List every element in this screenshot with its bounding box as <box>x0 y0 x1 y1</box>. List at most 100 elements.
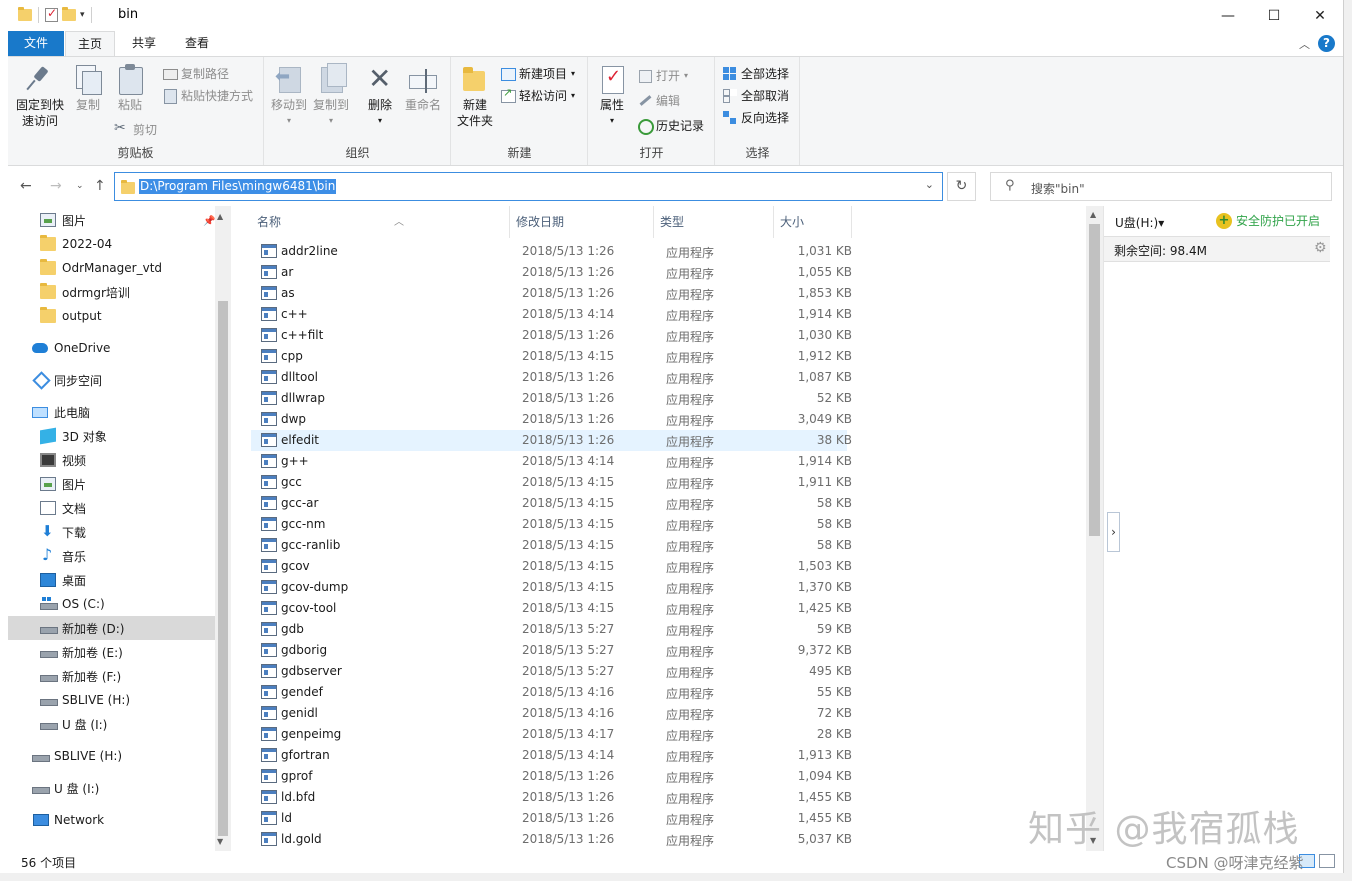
history-button[interactable]: 历史记录 <box>637 117 704 135</box>
tab-view[interactable]: 查看 <box>172 31 222 56</box>
back-arrow-icon[interactable]: ← <box>20 178 32 194</box>
collapse-ribbon-icon[interactable]: ︿ <box>1299 36 1310 52</box>
file-row[interactable]: c++filt 2018/5/13 1:26 应用程序 1,030 KB <box>251 325 852 346</box>
nav-tree-item[interactable]: 同步空间 <box>8 368 215 392</box>
open-button[interactable]: 打开 ▾ <box>637 67 688 84</box>
file-row[interactable]: gcc-ar 2018/5/13 4:15 应用程序 58 KB <box>251 493 852 514</box>
file-row[interactable]: gcov-tool 2018/5/13 4:15 应用程序 1,425 KB <box>251 598 852 619</box>
copy-to-button[interactable]: 复制到 ▾ <box>311 63 351 129</box>
nav-tree-item[interactable]: 3D 对象 <box>8 424 215 448</box>
move-to-button[interactable]: 移动到 ▾ <box>269 63 309 129</box>
nav-tree-item[interactable]: U 盘 (I:) <box>8 776 215 800</box>
minimize-button[interactable]: — <box>1205 0 1251 31</box>
select-all-button[interactable]: 全部选择 <box>722 65 789 82</box>
file-row[interactable]: ar 2018/5/13 1:26 应用程序 1,055 KB <box>251 262 852 283</box>
copy-button[interactable]: 复制 <box>68 63 108 113</box>
column-header-name[interactable]: 名称 ︿ <box>251 206 510 238</box>
nav-tree-item[interactable]: odrmgr培训 <box>8 280 215 304</box>
close-button[interactable]: ✕ <box>1297 0 1343 31</box>
file-row[interactable]: dlltool 2018/5/13 1:26 应用程序 1,087 KB <box>251 367 852 388</box>
panel-toggle-chevron-icon[interactable]: › <box>1107 512 1120 552</box>
scroll-up-icon[interactable]: ▲ <box>217 212 223 221</box>
file-row[interactable]: gdbserver 2018/5/13 5:27 应用程序 495 KB <box>251 661 852 682</box>
nav-tree-item[interactable]: 图片 📌 <box>8 208 215 232</box>
nav-tree-item[interactable]: 新加卷 (D:) <box>8 616 215 640</box>
security-status[interactable]: + 安全防护已开启 <box>1216 212 1320 229</box>
forward-arrow-icon[interactable]: → <box>50 178 62 194</box>
navigation-pane-scrollbar[interactable]: ▲ ▼ <box>215 206 231 851</box>
help-icon[interactable]: ? <box>1318 35 1335 52</box>
file-row[interactable]: gcov 2018/5/13 4:15 应用程序 1,503 KB <box>251 556 852 577</box>
file-row[interactable]: addr2line 2018/5/13 1:26 应用程序 1,031 KB <box>251 241 852 262</box>
column-header-type[interactable]: 类型 <box>654 206 774 238</box>
nav-tree-item[interactable]: SBLIVE (H:) <box>8 744 215 768</box>
file-row[interactable]: gcc 2018/5/13 4:15 应用程序 1,911 KB <box>251 472 852 493</box>
tab-share[interactable]: 共享 <box>119 31 169 56</box>
select-none-button[interactable]: 全部取消 <box>722 87 789 104</box>
nav-tree-item[interactable]: 文档 <box>8 496 215 520</box>
delete-button[interactable]: 删除 ▾ <box>363 63 397 129</box>
file-row[interactable]: gcov-dump 2018/5/13 4:15 应用程序 1,370 KB <box>251 577 852 598</box>
properties-icon[interactable] <box>45 6 58 22</box>
file-row[interactable]: dwp 2018/5/13 1:26 应用程序 3,049 KB <box>251 409 852 430</box>
new-folder-button[interactable]: 新建 文件夹 <box>454 63 496 129</box>
address-path[interactable]: D:\Program Files\mingw6481\bin <box>139 179 337 194</box>
invert-selection-button[interactable]: 反向选择 <box>722 109 789 126</box>
pin-to-quick-access-button[interactable]: 固定到快 速访问 <box>14 63 66 129</box>
file-row[interactable]: cpp 2018/5/13 4:15 应用程序 1,912 KB <box>251 346 852 367</box>
nav-tree-item[interactable]: 新加卷 (F:) <box>8 664 215 688</box>
nav-tree-item[interactable]: OdrManager_vtd <box>8 256 215 280</box>
address-bar[interactable]: D:\Program Files\mingw6481\bin ⌄ <box>114 172 943 201</box>
file-row[interactable]: gdborig 2018/5/13 5:27 应用程序 9,372 KB <box>251 640 852 661</box>
nav-tree-item[interactable]: 此电脑 <box>8 400 215 424</box>
paste-shortcut-button[interactable]: 粘贴快捷方式 <box>162 87 253 104</box>
nav-tree-item[interactable]: 2022-04 <box>8 232 215 256</box>
recent-locations-chevron-icon[interactable]: ⌄ <box>76 181 84 191</box>
paste-button[interactable]: 粘贴 <box>110 63 150 113</box>
search-input[interactable]: ⚲ 搜索"bin" <box>990 172 1332 201</box>
file-row[interactable]: gprof 2018/5/13 1:26 应用程序 1,094 KB <box>251 766 852 787</box>
nav-tree-item[interactable]: SBLIVE (H:) <box>8 688 215 712</box>
nav-tree-item[interactable]: 图片 <box>8 472 215 496</box>
address-dropdown-chevron-icon[interactable]: ⌄ <box>925 178 934 191</box>
file-row[interactable]: ld.gold 2018/5/13 1:26 应用程序 5,037 KB <box>251 829 852 850</box>
maximize-button[interactable]: ☐ <box>1251 0 1297 31</box>
nav-tree-item[interactable]: 音乐 <box>8 544 215 568</box>
file-row[interactable]: gcc-nm 2018/5/13 4:15 应用程序 58 KB <box>251 514 852 535</box>
scrollbar-thumb[interactable] <box>1089 224 1100 536</box>
file-row[interactable]: as 2018/5/13 1:26 应用程序 1,853 KB <box>251 283 852 304</box>
file-row[interactable]: genpeimg 2018/5/13 4:17 应用程序 28 KB <box>251 724 852 745</box>
drive-selector[interactable]: U盘(H:)▾ <box>1115 214 1164 231</box>
file-row[interactable]: gendef 2018/5/13 4:16 应用程序 55 KB <box>251 682 852 703</box>
file-row[interactable]: gcc-ranlib 2018/5/13 4:15 应用程序 58 KB <box>251 535 852 556</box>
file-row[interactable]: ld 2018/5/13 1:26 应用程序 1,455 KB <box>251 808 852 829</box>
easy-access-button[interactable]: 轻松访问 ▾ <box>500 86 575 104</box>
edit-button[interactable]: 编辑 <box>637 92 680 109</box>
nav-tree-item[interactable]: 视频 <box>8 448 215 472</box>
file-list-scrollbar[interactable]: ▲ ▼ <box>1086 206 1103 851</box>
properties-button[interactable]: 属性 ▾ <box>593 63 631 129</box>
file-row[interactable]: genidl 2018/5/13 4:16 应用程序 72 KB <box>251 703 852 724</box>
new-item-button[interactable]: 新建项目 ▾ <box>500 65 575 82</box>
customize-toolbar-dropdown-icon[interactable]: ▾ <box>80 10 85 20</box>
file-row[interactable]: dllwrap 2018/5/13 1:26 应用程序 52 KB <box>251 388 852 409</box>
scrollbar-thumb[interactable] <box>218 301 228 836</box>
tab-file[interactable]: 文件 <box>8 31 64 56</box>
nav-tree-item[interactable]: 新加卷 (E:) <box>8 640 215 664</box>
file-row[interactable]: c++ 2018/5/13 4:14 应用程序 1,914 KB <box>251 304 852 325</box>
refresh-button[interactable]: ↻ <box>947 172 976 201</box>
scroll-up-icon[interactable]: ▲ <box>1090 210 1096 219</box>
nav-tree-item[interactable]: OneDrive <box>8 336 215 360</box>
file-row[interactable]: g++ 2018/5/13 4:14 应用程序 1,914 KB <box>251 451 852 472</box>
large-icons-view-icon[interactable] <box>1319 854 1335 868</box>
tab-home[interactable]: 主页 <box>65 31 115 56</box>
file-row[interactable]: gfortran 2018/5/13 4:14 应用程序 1,913 KB <box>251 745 852 766</box>
up-arrow-icon[interactable]: ↑ <box>94 178 106 194</box>
nav-tree-item[interactable]: 下载 <box>8 520 215 544</box>
column-header-size[interactable]: 大小 <box>774 206 852 238</box>
new-folder-icon[interactable] <box>62 7 76 21</box>
cut-button[interactable]: 剪切 <box>114 120 157 138</box>
copy-path-button[interactable]: 复制路径 <box>162 65 229 82</box>
file-row[interactable]: gdb 2018/5/13 5:27 应用程序 59 KB <box>251 619 852 640</box>
rename-button[interactable]: 重命名 <box>401 63 445 113</box>
